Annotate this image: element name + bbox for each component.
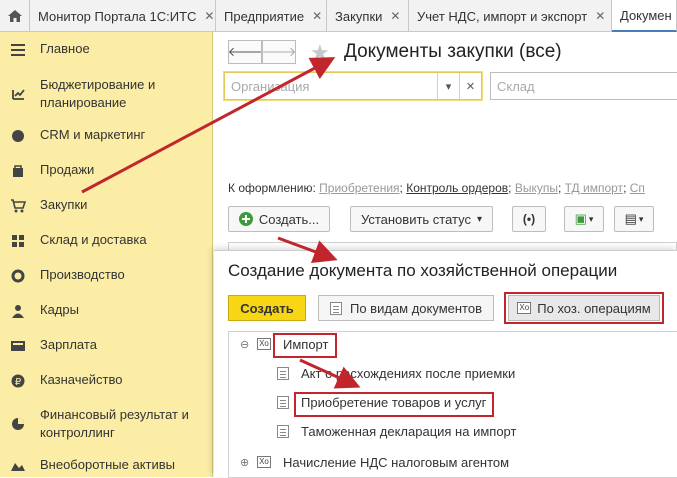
budget-icon xyxy=(10,86,26,102)
to-process-links: К оформлению: Приобретения; Контроль орд… xyxy=(228,181,645,195)
sidebar: Главное Бюджетирование и планирование CR… xyxy=(0,32,213,477)
document-icon xyxy=(277,425,289,438)
close-icon[interactable]: ✕ xyxy=(390,9,400,23)
document-icon xyxy=(277,396,289,409)
dialog-title: Создание документа по хозяйственной опер… xyxy=(228,261,618,280)
link-acquisitions[interactable]: Приобретения xyxy=(319,181,399,195)
documents-table-header xyxy=(228,242,677,250)
copy-icon: ▣ xyxy=(574,211,587,226)
page-title: Документы закупки (все) xyxy=(344,41,562,62)
tab-its-monitor[interactable]: Монитор Портала 1С:ИТС ✕ xyxy=(30,0,216,32)
assets-icon xyxy=(10,458,26,474)
link-buyouts[interactable]: Выкупы xyxy=(515,181,558,195)
print-button[interactable]: ▤ ▾ xyxy=(614,206,654,232)
back-button[interactable]: 🡐 xyxy=(228,40,262,64)
link-order-control[interactable]: Контроль ордеров xyxy=(406,181,508,195)
arrow-left-icon: 🡐 xyxy=(227,44,263,59)
close-icon[interactable]: ✕ xyxy=(312,9,322,23)
menu-icon xyxy=(10,42,26,58)
svg-text:₽: ₽ xyxy=(15,377,22,388)
create-menu-button[interactable]: Создать... xyxy=(228,206,330,232)
operation-icon: Xo xyxy=(257,456,271,468)
link-more[interactable]: Сп xyxy=(630,181,645,195)
link-customs-import[interactable]: ТД импорт xyxy=(565,181,623,195)
document-icon xyxy=(329,301,342,315)
chevron-down-icon: ▾ xyxy=(588,213,594,224)
operation-icon: Xo xyxy=(257,338,271,350)
highlight-goods-acquisition xyxy=(294,392,494,417)
highlight-by-operations xyxy=(504,292,664,324)
tree-row-customs-declaration[interactable]: Таможенная декларация на импорт xyxy=(229,419,677,444)
plus-icon xyxy=(238,212,253,226)
copy-docs-button[interactable]: ▣ ▾ xyxy=(564,206,604,232)
by-doc-types-button[interactable]: По видам документов xyxy=(318,295,494,321)
forward-button[interactable]: 🡒 xyxy=(262,40,296,64)
highlight-import xyxy=(273,333,337,358)
ruble-icon: ₽ xyxy=(10,373,26,389)
tab-enterprise[interactable]: Предприятие ✕ xyxy=(216,0,327,32)
warehouse-field[interactable]: Склад xyxy=(490,72,677,100)
chevron-down-icon: ▾ xyxy=(477,213,483,225)
arrow-right-icon: 🡒 xyxy=(261,44,297,59)
close-icon[interactable]: ✕ xyxy=(204,9,214,23)
tree-row-vat-agent[interactable]: ⊕ Xo Начисление НДС налоговым агентом xyxy=(229,450,677,475)
create-by-operation-dialog: Создание документа по хозяйственной опер… xyxy=(214,250,677,478)
top-tab-bar: Монитор Портала 1С:ИТС ✕ Предприятие ✕ Зак… xyxy=(0,0,677,32)
cart-icon xyxy=(10,198,26,214)
tree-row-discrepancy-act[interactable]: Акт о расхождениях после приемки xyxy=(229,361,677,386)
tab-documents[interactable]: Докумен xyxy=(612,0,677,32)
sales-icon xyxy=(10,163,26,179)
chevron-down-icon: ▾ xyxy=(638,213,644,224)
favorite-star-icon[interactable]: ★ xyxy=(310,40,330,66)
operations-tree: ⊖ Xo Импорт Акт о расхождениях после при… xyxy=(228,331,677,478)
factory-icon xyxy=(10,268,26,284)
create-button[interactable]: Создать xyxy=(228,295,306,321)
expand-icon[interactable]: ⊕ xyxy=(240,456,249,469)
broadcast-button[interactable]: (•) xyxy=(512,206,546,232)
tab-purchases[interactable]: Закупки ✕ xyxy=(327,0,409,32)
chevron-down-icon[interactable]: ▾ xyxy=(437,73,459,99)
finance-icon xyxy=(10,416,26,432)
document-icon xyxy=(277,367,289,380)
home-icon[interactable] xyxy=(0,0,30,32)
tab-vat-import-export[interactable]: Учет НДС, импорт и экспорт ✕ xyxy=(409,0,612,32)
salary-icon xyxy=(10,338,26,354)
clear-icon[interactable]: ✕ xyxy=(459,73,481,99)
broadcast-icon: (•) xyxy=(522,212,536,226)
set-status-button[interactable]: Установить статус ▾ xyxy=(350,206,493,232)
collapse-icon[interactable]: ⊖ xyxy=(240,338,249,351)
close-icon[interactable]: ✕ xyxy=(595,9,605,23)
warehouse-icon xyxy=(10,233,26,249)
print-icon: ▤ xyxy=(624,211,637,226)
crm-icon xyxy=(10,128,26,144)
organization-field[interactable]: Организация ▾ ✕ xyxy=(224,72,482,100)
person-icon xyxy=(10,303,26,319)
